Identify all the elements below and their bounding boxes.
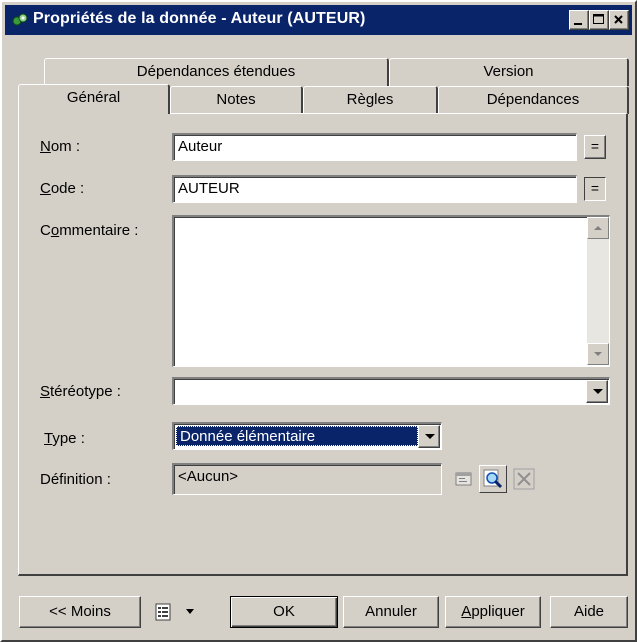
tab-general[interactable]: Général: [18, 84, 170, 114]
definition-properties-button[interactable]: [452, 467, 476, 491]
minimize-icon: [574, 23, 582, 25]
dialog-window: Propriétés de la donnée - Auteur (AUTEUR…: [0, 0, 637, 642]
name-label: Nom :: [40, 138, 81, 155]
delete-x-icon: [513, 468, 535, 490]
type-combobox[interactable]: Donnée élémentaire: [172, 422, 442, 450]
window-title: Propriétés de la donnée - Auteur (AUTEUR…: [33, 10, 366, 27]
title-bar[interactable]: Propriétés de la donnée - Auteur (AUTEUR…: [5, 5, 632, 35]
name-input[interactable]: Auteur: [172, 133, 577, 161]
maximize-button[interactable]: [589, 10, 609, 30]
comment-scrollbar[interactable]: [587, 217, 609, 365]
definition-clear-button[interactable]: [512, 467, 536, 491]
definition-search-button[interactable]: [479, 465, 507, 493]
scroll-up-button[interactable]: [587, 217, 609, 239]
code-label: Code :: [40, 180, 85, 197]
triangle-up-icon: [594, 226, 602, 230]
help-button[interactable]: Aide: [550, 596, 628, 628]
type-selected-value: Donnée élémentaire: [176, 426, 418, 446]
properties-icon: [455, 472, 472, 486]
magnifier-icon: [483, 469, 503, 489]
close-icon: [614, 15, 623, 24]
close-button[interactable]: [609, 10, 629, 30]
comment-textarea[interactable]: [172, 215, 610, 367]
less-button[interactable]: << Moins: [19, 596, 141, 628]
type-label: Type :: [44, 430, 85, 447]
triangle-down-icon: [594, 352, 602, 356]
stereotype-label: Stéréotype :: [40, 383, 121, 400]
tab-dependances[interactable]: Dépendances: [438, 86, 629, 114]
stereotype-dropdown-button[interactable]: [586, 380, 608, 403]
chevron-down-icon: [425, 434, 435, 439]
ok-button[interactable]: OK: [230, 596, 338, 628]
definition-field: <Aucun>: [172, 463, 442, 495]
code-equal-toggle-button[interactable]: =: [584, 177, 606, 201]
maximize-icon: [593, 14, 604, 24]
tab-regles[interactable]: Règles: [303, 86, 438, 114]
tab-notes[interactable]: Notes: [170, 86, 303, 114]
cancel-button[interactable]: Annuler: [343, 596, 439, 628]
scroll-down-button[interactable]: [587, 343, 609, 365]
name-equal-button[interactable]: =: [584, 135, 606, 159]
stereotype-combobox[interactable]: [172, 377, 610, 405]
list-menu-icon: [155, 603, 194, 621]
chevron-down-icon: [593, 389, 603, 394]
comment-label: Commentaire :: [40, 222, 139, 239]
minimize-button[interactable]: [569, 10, 589, 30]
definition-label: Définition :: [40, 471, 111, 488]
code-input[interactable]: AUTEUR: [172, 175, 577, 203]
apply-button[interactable]: Appliquer: [445, 596, 541, 628]
tab-dependances-etendues[interactable]: Dépendances étendues: [44, 58, 389, 86]
type-dropdown-button[interactable]: [418, 425, 440, 448]
tab-version[interactable]: Version: [389, 58, 629, 86]
menu-dropdown-button[interactable]: [148, 596, 210, 628]
data-item-icon: [12, 13, 28, 26]
